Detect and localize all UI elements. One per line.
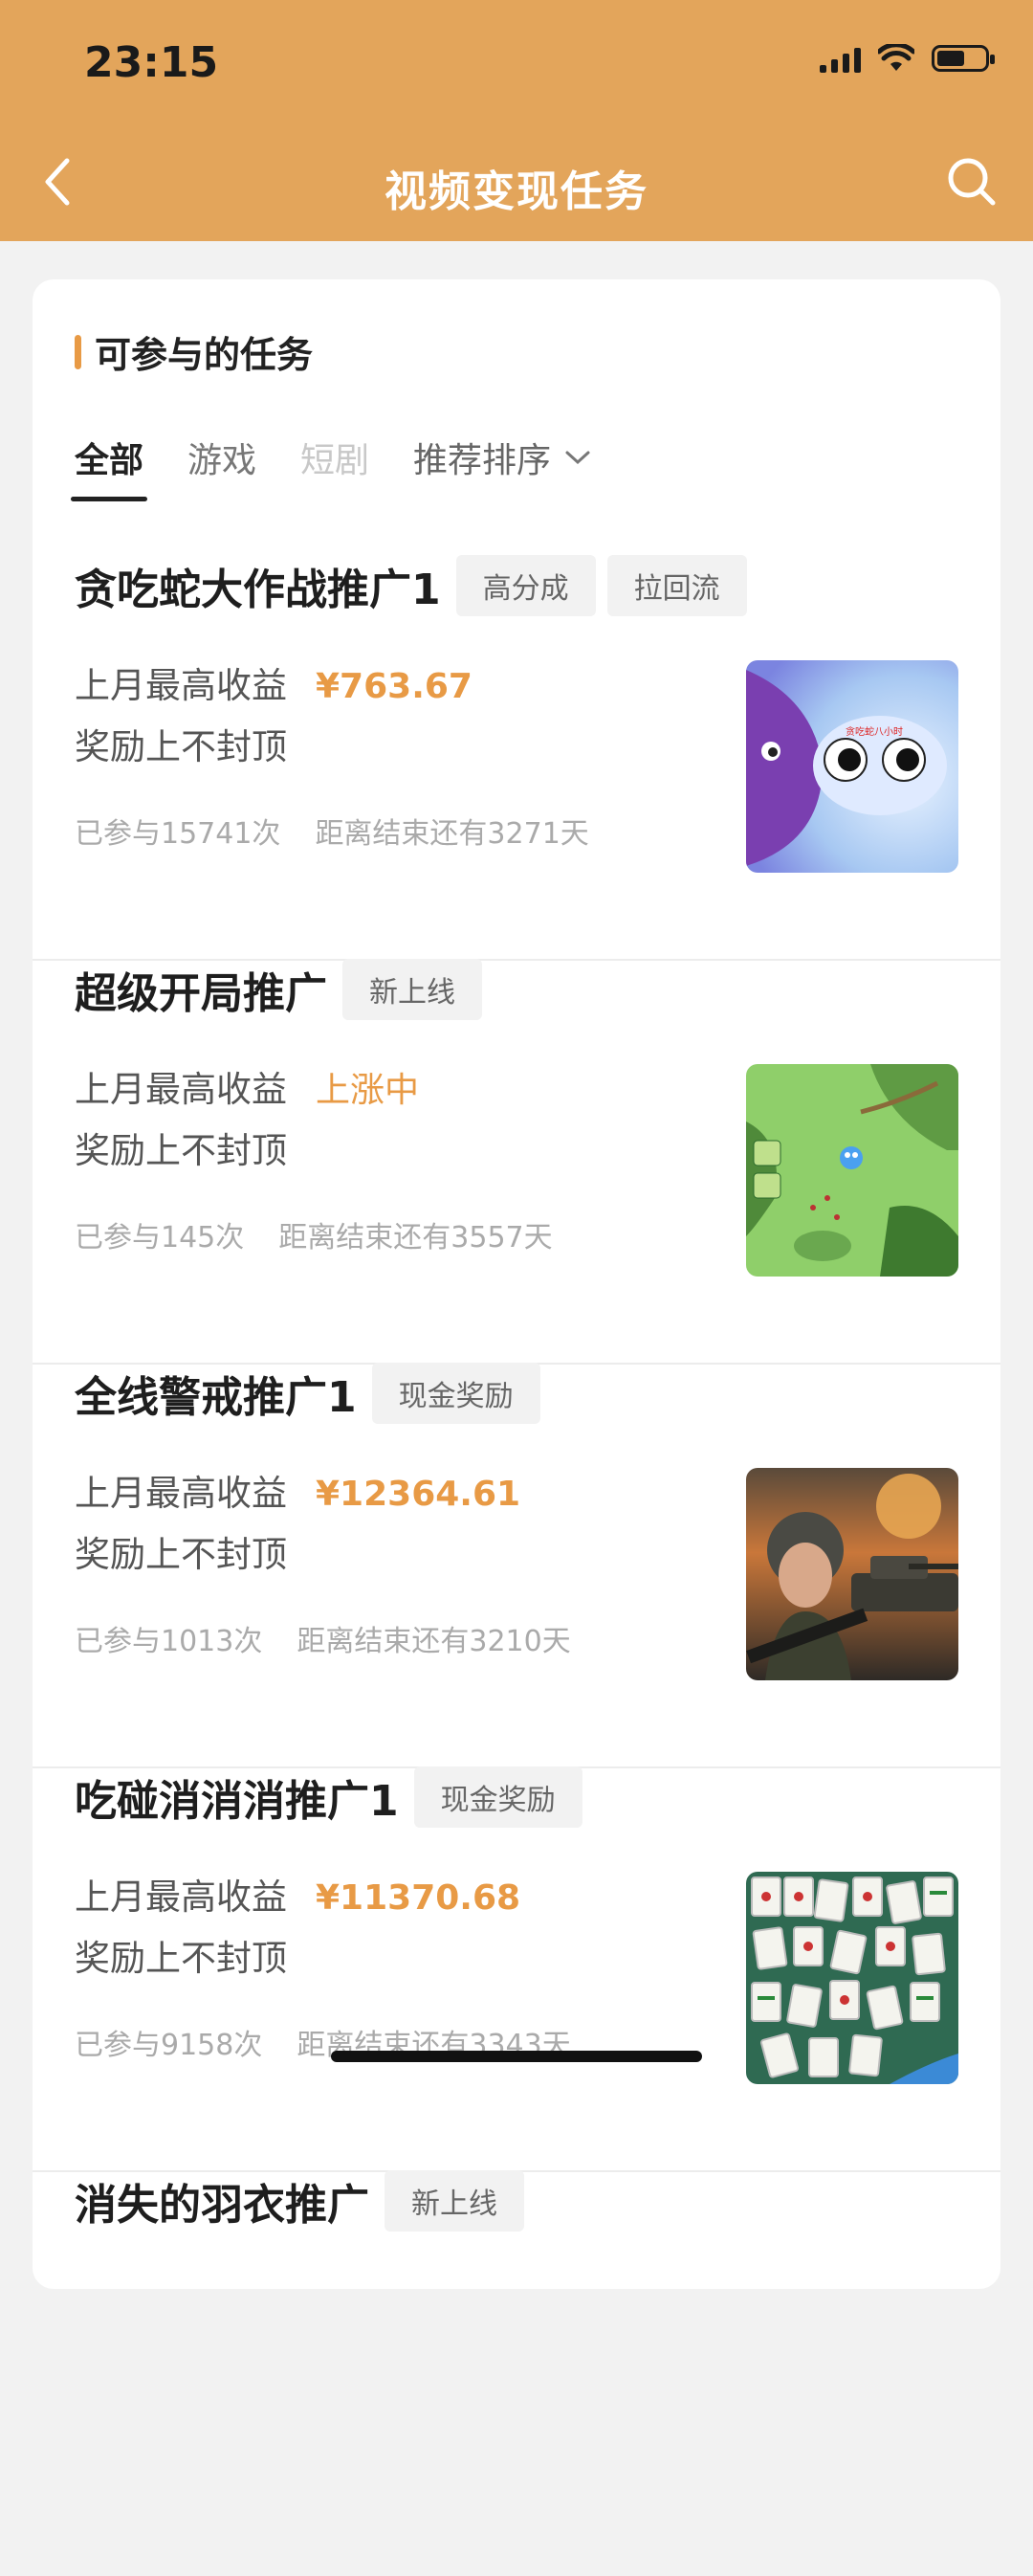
earnings-value: ¥12364.61 [316,1475,521,1514]
filter-tabs: 全部 游戏 短剧 推荐排序 [70,433,635,509]
task-title: 超级开局推广 [75,969,327,1018]
task-tag: 高分成 [455,555,596,616]
reward-cap-text: 奖励上不封顶 [75,726,287,767]
task-item[interactable]: 吃碰消消消推广1 现金奖励 上月最高收益 ¥11370.68 奖励上不封顶 已参… [33,1766,1000,2172]
earnings-label: 上月最高收益 [75,665,287,706]
participants-count: 已参与9158次 [75,2029,263,2062]
reward-cap-text: 奖励上不封顶 [75,1130,287,1171]
participants-count: 已参与15741次 [75,817,281,851]
task-tag: 新上线 [385,2170,524,2232]
participants-count: 已参与1013次 [75,1625,263,1658]
task-tag: 现金奖励 [413,1766,582,1828]
remaining-days: 距离结束还有3557天 [278,1221,553,1255]
task-title: 贪吃蛇大作战推广1 [75,566,441,614]
earnings-row: 上月最高收益 ¥11370.68 [75,1868,520,1920]
task-item[interactable]: 贪吃蛇大作战推广1 高分成 拉回流 上月最高收益 ¥763.67 奖励上不封顶 … [33,555,1000,961]
reward-cap-text: 奖励上不封顶 [75,1534,287,1575]
reward-cap-text: 奖励上不封顶 [75,1938,287,1979]
section-accent-bar [75,334,81,369]
remaining-days: 距离结束还有3210天 [297,1625,571,1658]
home-indicator[interactable] [331,2051,702,2062]
task-thumbnail[interactable] [746,1468,958,1680]
task-tag: 拉回流 [606,555,747,616]
chevron-down-icon [565,451,590,465]
task-title: 吃碰消消消推广1 [75,1777,399,1826]
task-meta: 已参与1013次 距离结束还有3210天 [75,1617,571,1659]
earnings-value: ¥11370.68 [316,1878,521,1918]
earnings-label: 上月最高收益 [75,1069,287,1110]
status-icons [820,44,995,73]
tab-short-drama[interactable]: 短剧 [300,433,369,501]
sort-dropdown[interactable]: 推荐排序 [413,433,591,501]
status-time: 23:15 [84,38,219,87]
earnings-label: 上月最高收益 [75,1473,287,1514]
task-thumbnail[interactable]: 贪吃蛇八小时 [746,660,958,873]
task-title: 全线警戒推广1 [75,1373,357,1422]
task-title: 消失的羽衣推广 [75,2181,369,2230]
task-card: 可参与的任务 全部 游戏 短剧 推荐排序 贪吃蛇大作战推广1 高分成 拉回流 上… [33,279,1000,2289]
task-header: 超级开局推广 新上线 [75,959,494,1020]
task-tag: 新上线 [342,959,482,1020]
task-header: 全线警戒推广1 现金奖励 [75,1363,552,1424]
task-meta: 已参与15741次 距离结束还有3271天 [75,810,589,852]
task-item[interactable]: 超级开局推广 新上线 上月最高收益 上涨中 奖励上不封顶 已参与145次 距离结… [33,959,1000,1365]
earnings-value: ¥763.67 [316,667,473,706]
tab-games[interactable]: 游戏 [187,433,256,501]
header: 23:15 视频变现任务 [0,0,1033,241]
cellular-signal-icon [820,44,861,73]
page-title: 视频变现任务 [385,167,648,216]
search-icon[interactable] [943,153,1000,211]
participants-count: 已参与145次 [75,1221,245,1255]
sort-label: 推荐排序 [413,441,552,480]
earnings-row: 上月最高收益 ¥12364.61 [75,1464,520,1516]
earnings-label: 上月最高收益 [75,1876,287,1918]
earnings-row: 上月最高收益 上涨中 [75,1060,419,1112]
task-meta: 已参与145次 距离结束还有3557天 [75,1213,553,1255]
wifi-icon [878,44,914,71]
earnings-row: 上月最高收益 ¥763.67 [75,656,473,708]
task-tag: 现金奖励 [371,1363,540,1424]
task-header: 贪吃蛇大作战推广1 高分成 拉回流 [75,555,758,616]
earnings-value: 上涨中 [316,1071,420,1110]
task-thumbnail[interactable] [746,1064,958,1277]
task-thumbnail[interactable] [746,1872,958,2084]
battery-icon [932,45,995,72]
section-header: 可参与的任务 [75,325,313,378]
task-item[interactable]: 消失的羽衣推广 新上线 [33,2170,1000,2576]
task-header: 消失的羽衣推广 新上线 [75,2170,536,2232]
tab-all[interactable]: 全部 [70,433,148,501]
section-title: 可参与的任务 [95,334,314,376]
task-item[interactable]: 全线警戒推广1 现金奖励 上月最高收益 ¥12364.61 奖励上不封顶 已参与… [33,1363,1000,1768]
remaining-days: 距离结束还有3271天 [315,817,589,851]
task-header: 吃碰消消消推广1 现金奖励 [75,1766,594,1828]
thumb-caption: 贪吃蛇八小时 [846,725,903,738]
